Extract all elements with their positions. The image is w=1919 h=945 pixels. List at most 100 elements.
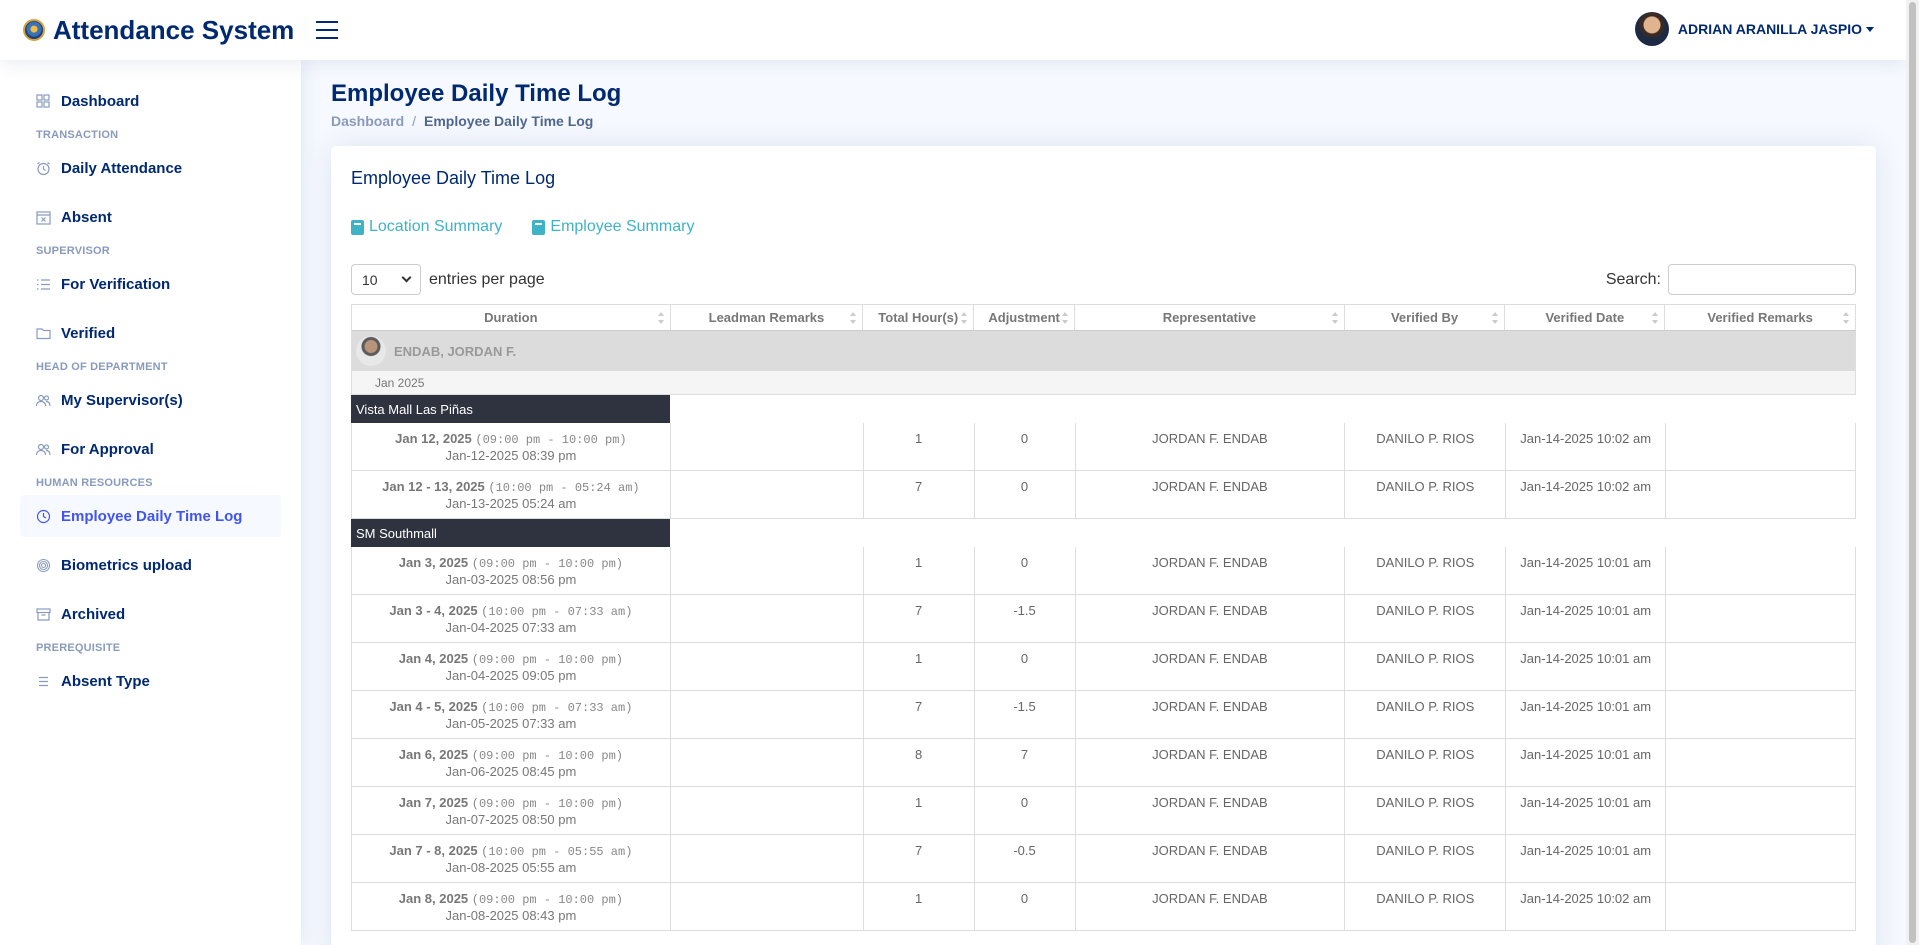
alarm-clock-icon [35, 160, 51, 176]
leadman-remarks-cell [671, 423, 864, 470]
column-header-verified-by[interactable]: Verified By [1345, 305, 1506, 330]
table-row[interactable]: Jan 3 - 4, 2025 (10:00 pm - 07:33 am) Jan… [351, 595, 1856, 643]
scrollbar-thumb[interactable] [1909, 2, 1916, 943]
sidebar-item-for-approval[interactable]: For Approval [20, 428, 281, 470]
leadman-remarks-cell [671, 787, 864, 834]
duration-cell: Jan 4, 2025 (09:00 pm - 10:00 pm) Jan-04-… [352, 643, 671, 690]
sidebar-item-label: Daily Attendance [61, 159, 183, 177]
caret-down-icon [1866, 26, 1874, 32]
column-header-leadman-remarks[interactable]: Leadman Remarks [671, 305, 864, 330]
employee-group-row[interactable]: ENDAB, JORDAN F. [351, 331, 1856, 371]
duration-date: Jan 7, 2025 [398, 795, 469, 810]
month-group-row: Jan 2025 [351, 371, 1856, 395]
breadcrumb-link-dashboard[interactable]: Dashboard [331, 113, 404, 129]
breadcrumb-separator: / [412, 113, 417, 129]
total-hours-cell: 7 [864, 835, 975, 882]
total-hours-cell: 1 [864, 547, 975, 594]
leadman-remarks-cell [671, 595, 864, 642]
column-header-verified-remarks[interactable]: Verified Remarks [1665, 305, 1855, 330]
main-content: Employee Daily Time Log Dashboard / Empl… [331, 60, 1876, 945]
column-header-verified-date[interactable]: Verified Date [1505, 305, 1666, 330]
location-group-row: Vista Mall Las Piñas [351, 395, 1856, 423]
adjustment-cell: 0 [975, 787, 1076, 834]
sidebar-item-archived[interactable]: Archived [20, 593, 281, 635]
verified-remarks-cell [1666, 787, 1856, 834]
search-input[interactable] [1668, 264, 1856, 295]
brand-link[interactable]: Attendance System [23, 15, 294, 46]
table-row[interactable]: Jan 4, 2025 (09:00 pm - 10:00 pm) Jan-04-… [351, 643, 1856, 691]
column-header-duration[interactable]: Duration [352, 305, 671, 330]
column-header-label: Verified By [1390, 310, 1459, 325]
duration-time-range: (09:00 pm - 10:00 pm) [471, 749, 624, 763]
adjustment-cell: 7 [975, 739, 1076, 786]
app-title: Attendance System [53, 14, 295, 45]
verified-remarks-cell [1666, 423, 1856, 470]
sidebar-item-absent[interactable]: Absent [20, 196, 281, 238]
verified-date-cell: Jan-14-2025 10:01 am [1506, 835, 1667, 882]
sidebar-item-biometrics-upload[interactable]: Biometrics upload [20, 544, 281, 586]
column-header-label: Representative [1162, 310, 1256, 325]
column-header-total-hours[interactable]: Total Hour(s) [863, 305, 975, 330]
representative-cell: JORDAN F. ENDAB [1076, 787, 1346, 834]
table-row[interactable]: Jan 12, 2025 (09:00 pm - 10:00 pm) Jan-12… [351, 423, 1856, 471]
verified-date-cell: Jan-14-2025 10:01 am [1506, 595, 1667, 642]
sidebar-item-label: Dashboard [61, 92, 140, 110]
sidebar-item-verified[interactable]: Verified [20, 312, 281, 354]
table-row[interactable]: Jan 4 - 5, 2025 (10:00 pm - 07:33 am) Jan… [351, 691, 1856, 739]
avatar [356, 336, 386, 366]
table-row[interactable]: Jan 6, 2025 (09:00 pm - 10:00 pm) Jan-06-… [351, 739, 1856, 787]
verified-date-cell: Jan-14-2025 10:01 am [1506, 787, 1667, 834]
duration-logged-at: Jan-04-2025 07:33 am [445, 620, 577, 635]
list-icon [35, 673, 51, 689]
leadman-remarks-cell [671, 547, 864, 594]
user-menu[interactable]: ADRIAN ARANILLA JASPIO [1634, 12, 1874, 46]
duration-cell: Jan 8, 2025 (09:00 pm - 10:00 pm) Jan-08-… [352, 883, 671, 930]
card-title: Employee Daily Time Log [351, 168, 556, 188]
verified-date-cell: Jan-14-2025 10:02 am [1506, 883, 1667, 930]
table-row[interactable]: Jan 7 - 8, 2025 (10:00 pm - 05:55 am) Jan… [351, 835, 1856, 883]
leadman-remarks-cell [671, 643, 864, 690]
total-hours-cell: 1 [864, 883, 975, 930]
table-row[interactable]: Jan 8, 2025 (09:00 pm - 10:00 pm) Jan-08-… [351, 883, 1856, 931]
duration-time-range: (10:00 pm - 07:33 am) [481, 701, 633, 715]
verified-by-cell: DANILO P. RIOS [1345, 883, 1507, 930]
adjustment-cell: -1.5 [975, 691, 1076, 738]
verified-remarks-cell [1666, 547, 1856, 594]
duration-cell: Jan 4 - 5, 2025 (10:00 pm - 07:33 am) Jan… [352, 691, 671, 738]
duration-logged-at: Jan-07-2025 08:50 pm [445, 812, 577, 827]
sidebar-item-my-supervisors[interactable]: My Supervisor(s) [20, 379, 281, 421]
column-header-label: Leadman Remarks [708, 310, 825, 325]
location-group-row: SM Southmall [351, 519, 1856, 547]
sidebar-item-absent-type[interactable]: Absent Type [20, 660, 281, 702]
column-header-label: Verified Remarks [1707, 310, 1813, 325]
sort-icon [1652, 312, 1659, 324]
menu-toggle-icon[interactable] [316, 21, 339, 39]
duration-time-range: (09:00 pm - 10:00 pm) [471, 653, 624, 667]
representative-cell: JORDAN F. ENDAB [1076, 739, 1346, 786]
table-row[interactable]: Jan 12 - 13, 2025 (10:00 pm - 05:24 am) J… [351, 471, 1856, 519]
verified-date-cell: Jan-14-2025 10:02 am [1506, 423, 1667, 470]
page-scrollbar[interactable] [1906, 0, 1919, 945]
table-row[interactable]: Jan 7, 2025 (09:00 pm - 10:00 pm) Jan-07-… [351, 787, 1856, 835]
entries-per-page: 10 entries per page [351, 264, 545, 295]
column-header-adjustment[interactable]: Adjustment [974, 305, 1076, 330]
people-icon [35, 441, 51, 457]
sidebar-item-dashboard[interactable]: Dashboard [20, 80, 281, 122]
column-header-representative[interactable]: Representative [1075, 305, 1345, 330]
sidebar-item-for-verification[interactable]: For Verification [20, 263, 281, 305]
employee-summary-link[interactable]: Employee Summary [532, 218, 694, 236]
table-row[interactable]: Jan 3, 2025 (09:00 pm - 10:00 pm) Jan-03-… [351, 547, 1856, 595]
location-summary-link[interactable]: Location Summary [351, 218, 502, 236]
duration-cell: Jan 3 - 4, 2025 (10:00 pm - 07:33 am) Jan… [352, 595, 671, 642]
user-name: ADRIAN ARANILLA JASPIO [1677, 21, 1862, 37]
sidebar-item-daily-attendance[interactable]: Daily Attendance [20, 147, 281, 189]
column-header-label: Adjustment [988, 310, 1060, 325]
entries-select[interactable]: 10 [351, 264, 421, 295]
verified-remarks-cell [1666, 643, 1856, 690]
duration-logged-at: Jan-04-2025 09:05 pm [445, 668, 577, 683]
sidebar-item-employee-daily-time-log[interactable]: Employee Daily Time Log [20, 495, 281, 537]
verified-date-cell: Jan-14-2025 10:01 am [1506, 691, 1667, 738]
duration-cell: Jan 12 - 13, 2025 (10:00 pm - 05:24 am) J… [352, 471, 671, 518]
representative-cell: JORDAN F. ENDAB [1076, 691, 1346, 738]
search-label: Search: [1605, 270, 1661, 288]
